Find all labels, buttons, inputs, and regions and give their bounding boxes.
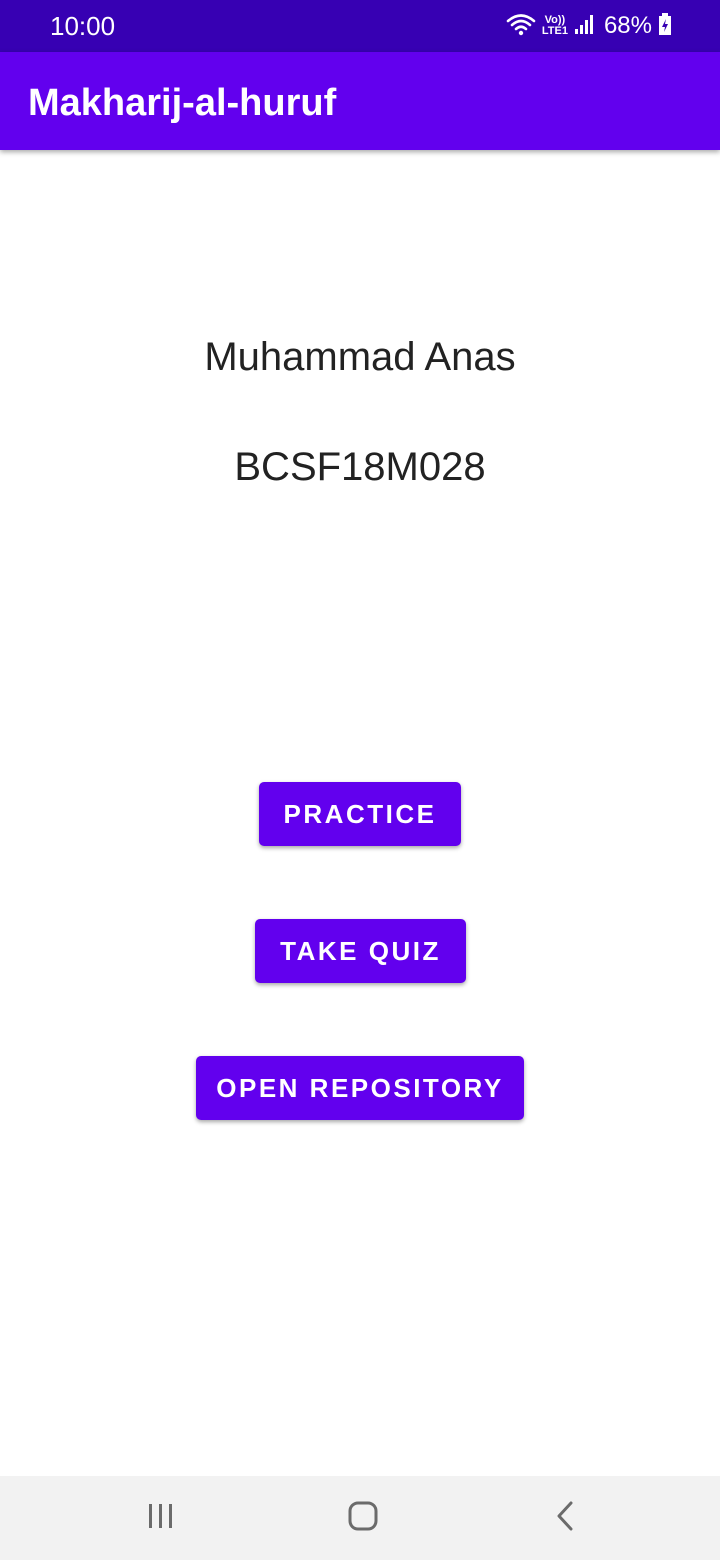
navigation-bar: [0, 1476, 720, 1560]
student-name: Muhammad Anas: [204, 335, 516, 379]
lte-label: LTE1: [541, 25, 568, 37]
signal-icon: [574, 13, 594, 40]
take-quiz-button[interactable]: TAKE QUIZ: [255, 919, 466, 983]
recents-icon: [146, 1502, 176, 1535]
app-title: Makharij-al-huruf: [28, 82, 337, 124]
roll-number: BCSF18M028: [234, 445, 486, 489]
status-time: 10:00: [50, 11, 116, 41]
open-repository-button[interactable]: OPEN REPOSITORY: [196, 1056, 524, 1120]
back-icon: [553, 1500, 577, 1537]
status-icons: Vo)) LTE1 68%: [506, 10, 672, 42]
battery-percentage: 68%: [603, 12, 652, 39]
app-bar: Makharij-al-huruf: [0, 52, 720, 150]
home-icon: [347, 1500, 379, 1537]
network-type-label: Vo)) LTE1: [542, 15, 568, 37]
wifi-icon: [506, 12, 536, 41]
home-button[interactable]: [333, 1490, 393, 1546]
status-bar: 10:00 Vo)) LTE1 68%: [0, 0, 720, 52]
battery-icon: [658, 12, 672, 41]
back-button[interactable]: [535, 1490, 595, 1546]
recents-button[interactable]: [131, 1490, 191, 1546]
practice-button[interactable]: PRACTICE: [259, 782, 461, 846]
